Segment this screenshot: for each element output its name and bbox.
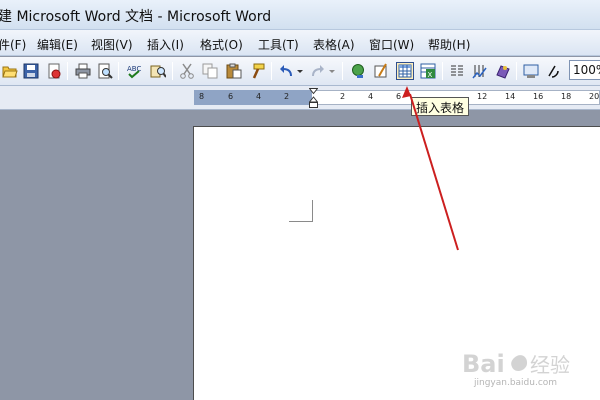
indent-marker-icon[interactable]	[309, 88, 318, 108]
toolbar-separator	[67, 62, 68, 80]
redo-dropdown-icon[interactable]	[327, 62, 337, 80]
open-folder-icon[interactable]	[1, 62, 19, 80]
paste-icon[interactable]	[225, 62, 243, 80]
format-painter-icon[interactable]	[248, 62, 266, 80]
menu-tools[interactable]: 工具(T)	[258, 36, 299, 53]
undo-dropdown-icon[interactable]	[295, 62, 305, 80]
save-icon[interactable]	[22, 62, 40, 80]
svg-text:X: X	[428, 71, 433, 79]
zoom-input[interactable]: 100%	[569, 60, 600, 80]
window-title: 建 Microsoft Word 文档 - Microsoft Word	[0, 9, 272, 25]
ruler-label: 4	[368, 92, 374, 101]
menu-bar: 件(F) 编辑(E) 视图(V) 插入(I) 格式(O) 工具(T) 表格(A)…	[0, 30, 600, 56]
watermark-url: jingyan.baidu.com	[474, 378, 558, 388]
text-boundary-corner-icon	[289, 200, 313, 222]
ruler-label: 16	[533, 92, 544, 101]
menu-insert[interactable]: 插入(I)	[147, 36, 184, 53]
ruler-label: 6	[228, 92, 234, 101]
show-hide-icon[interactable]	[545, 62, 563, 80]
copy-icon[interactable]	[201, 62, 219, 80]
menu-window[interactable]: 窗口(W)	[369, 36, 414, 53]
drawing-icon[interactable]	[471, 62, 489, 80]
menu-file[interactable]: 件(F)	[0, 36, 26, 53]
menu-format[interactable]: 格式(O)	[200, 36, 243, 53]
document-map-icon[interactable]	[494, 62, 512, 80]
horizontal-ruler: 8 6 4 2 2 4 6 12 14 16 18 20	[0, 86, 600, 110]
reading-icon[interactable]	[522, 62, 540, 80]
insert-table-icon[interactable]	[396, 62, 414, 80]
columns-icon[interactable]	[448, 62, 466, 80]
toolbar-separator	[442, 62, 443, 80]
ruler-label: 12	[477, 92, 488, 101]
toolbar-separator	[342, 62, 343, 80]
cut-icon[interactable]	[178, 62, 196, 80]
insert-excel-icon[interactable]: X	[419, 62, 437, 80]
standard-toolbar: ABC X	[0, 57, 600, 86]
menu-edit[interactable]: 编辑(E)	[37, 36, 78, 53]
toolbar-separator	[271, 62, 272, 80]
redo-icon[interactable]	[309, 62, 327, 80]
permission-icon[interactable]	[45, 62, 63, 80]
ruler-label: 6	[396, 92, 402, 101]
title-bar: 建 Microsoft Word 文档 - Microsoft Word	[0, 0, 600, 30]
tables-borders-icon[interactable]	[373, 62, 391, 80]
ruler-label: 2	[340, 92, 346, 101]
undo-icon[interactable]	[277, 62, 295, 80]
ruler-label: 18	[561, 92, 572, 101]
tooltip: 插入表格	[411, 97, 470, 116]
ruler-label: 14	[505, 92, 516, 101]
ruler-label: 8	[199, 92, 205, 101]
toolbar-separator	[118, 62, 119, 80]
ruler-margin-area	[194, 90, 312, 105]
print-preview-icon[interactable]	[96, 62, 114, 80]
research-icon[interactable]	[149, 62, 167, 80]
menu-table[interactable]: 表格(A)	[313, 36, 355, 53]
spelling-icon[interactable]: ABC	[125, 62, 143, 80]
hyperlink-icon[interactable]	[350, 62, 368, 80]
toolbar-separator	[172, 62, 173, 80]
ruler-label: 2	[284, 92, 290, 101]
menu-help[interactable]: 帮助(H)	[428, 36, 470, 53]
ruler-label: 20	[589, 92, 600, 101]
ruler-label: 4	[256, 92, 262, 101]
svg-text:Bai: Bai	[462, 350, 505, 378]
menu-view[interactable]: 视图(V)	[91, 36, 133, 53]
toolbar-separator	[516, 62, 517, 80]
print-icon[interactable]	[74, 62, 92, 80]
svg-text:经验: 经验	[530, 353, 570, 377]
